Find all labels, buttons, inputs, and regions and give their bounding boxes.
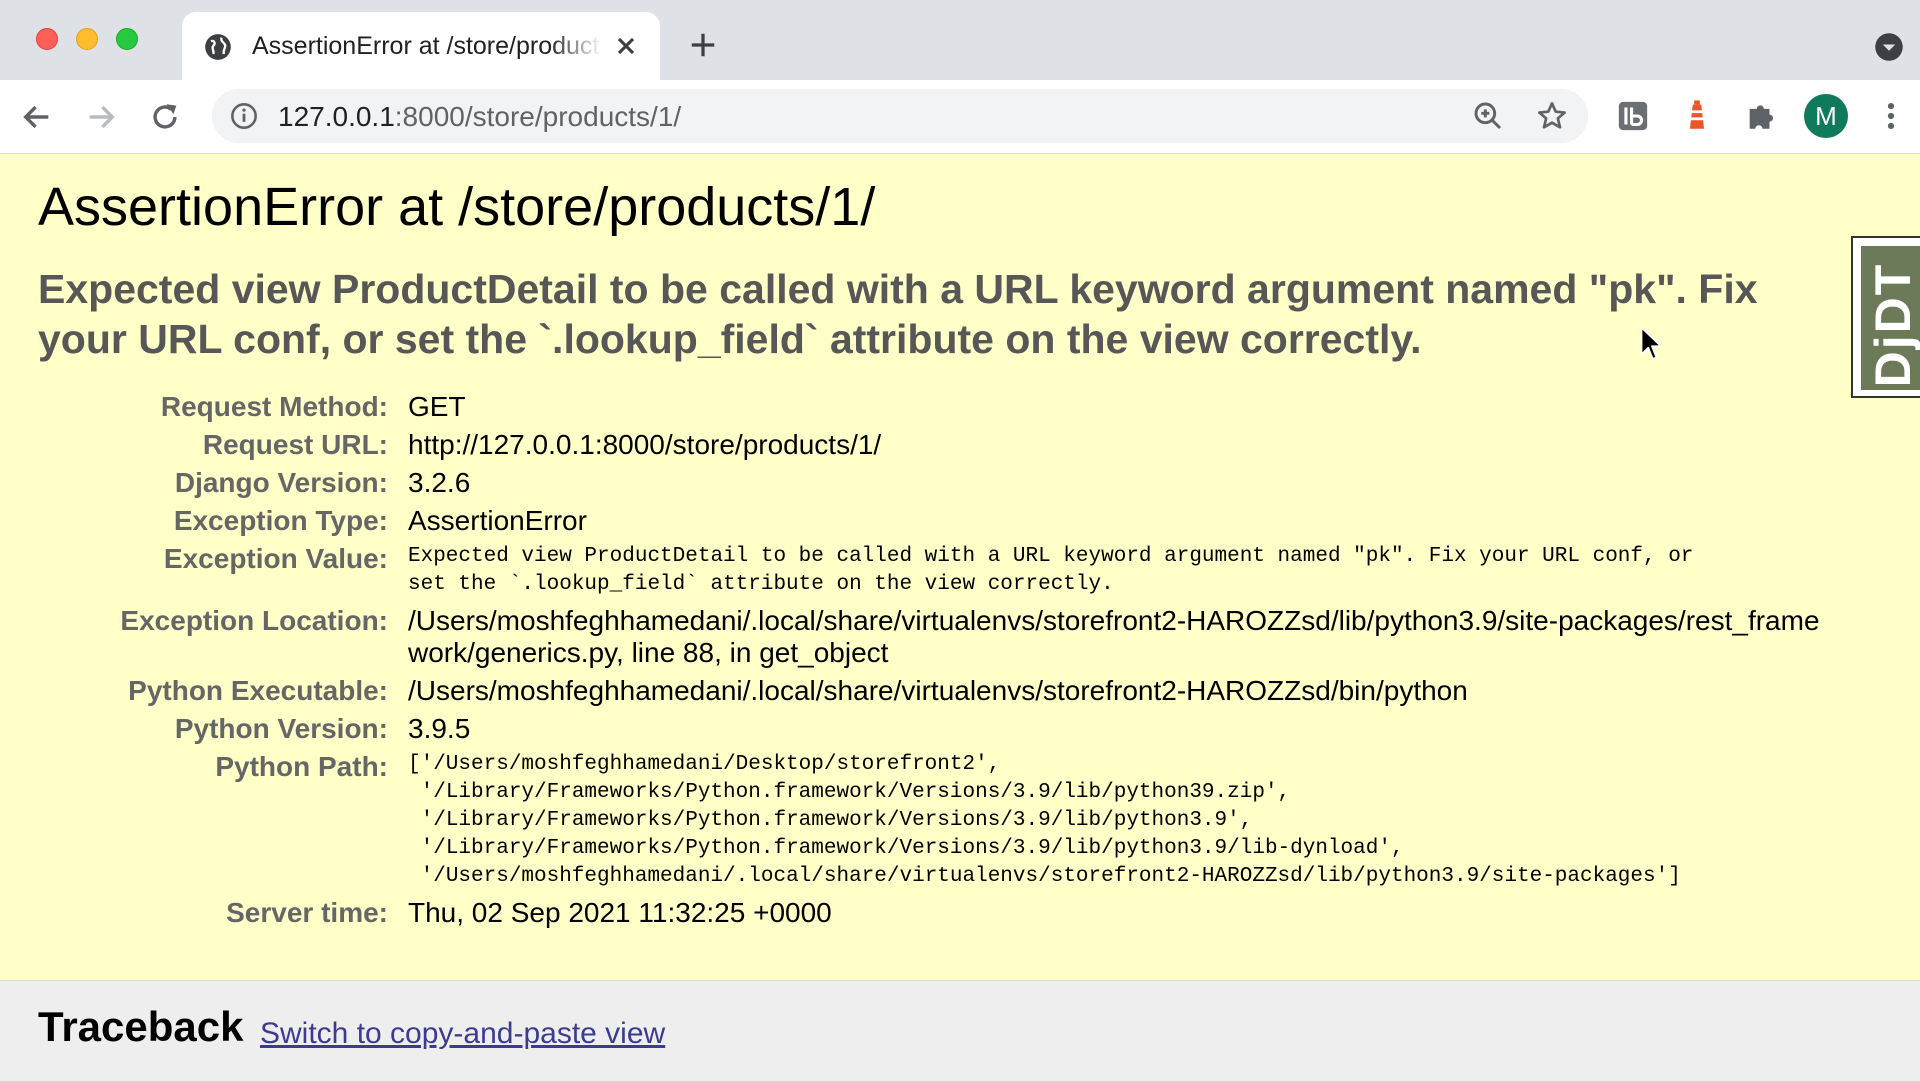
row-label: Server time: <box>226 897 388 928</box>
plus-icon[interactable] <box>688 30 718 60</box>
table-row: Server time: Thu, 02 Sep 2021 11:32:25 +… <box>38 894 1828 932</box>
row-label: Exception Value: <box>163 543 388 574</box>
puzzle-icon[interactable] <box>1744 99 1778 133</box>
table-row: Exception Type: AssertionError <box>38 502 1828 540</box>
browser-tab[interactable]: AssertionError at /store/products/1/ <box>182 12 660 80</box>
row-label: Python Path: <box>215 751 388 782</box>
row-label: Django Version: <box>174 467 388 498</box>
debug-toolbar-handle[interactable]: DjDT <box>1851 236 1920 398</box>
address-bar[interactable]: 127.0.0.1:8000/store/products/1/ <box>212 89 1588 143</box>
request-method-value: GET <box>408 391 466 422</box>
tab-search-icon[interactable] <box>1874 32 1904 62</box>
table-row: Request URL: http://127.0.0.1:8000/store… <box>38 426 1828 464</box>
exception-value-cell: Expected view ProductDetail to be called… <box>408 540 1828 602</box>
debug-toolbar-tab[interactable]: DjDT <box>1861 246 1920 390</box>
request-url-value: http://127.0.0.1:8000/store/products/1/ <box>408 429 882 460</box>
window-minimize-button[interactable] <box>76 28 98 50</box>
info-icon[interactable] <box>230 102 258 130</box>
avatar[interactable]: M <box>1804 94 1848 138</box>
request-summary-table: Request Method: GET Request URL: http://… <box>38 388 1828 932</box>
server-time-value: Thu, 02 Sep 2021 11:32:25 +0000 <box>408 897 832 928</box>
python-path-cell: ['/Users/moshfeghhamedani/Desktop/storef… <box>408 748 1828 894</box>
table-row: Exception Location: /Users/moshfeghhamed… <box>38 602 1828 672</box>
debug-toolbar-label: DjDT <box>1865 262 1920 388</box>
copy-paste-view-link[interactable]: Switch to copy-and-paste view <box>260 1017 665 1051</box>
globe-icon <box>205 34 231 60</box>
zoom-icon[interactable] <box>1472 100 1504 132</box>
exception-value: Expected view ProductDetail to be called… <box>408 545 1694 596</box>
python-path-value: ['/Users/moshfeghhamedani/Desktop/storef… <box>408 753 1681 888</box>
window-maximize-button[interactable] <box>116 28 138 50</box>
exception-message: Expected view ProductDetail to be called… <box>38 266 1758 362</box>
mouse-cursor-icon <box>1640 326 1662 360</box>
window-close-button[interactable] <box>36 28 58 50</box>
ib-extension-icon[interactable] <box>1616 99 1650 133</box>
url-path: :8000/store/products/1/ <box>394 101 682 132</box>
reload-icon[interactable] <box>148 100 182 134</box>
traceback-section: Traceback Switch to copy-and-paste view <box>0 980 1920 1081</box>
kebab-menu-icon[interactable] <box>1874 99 1908 133</box>
table-row: Request Method: GET <box>38 388 1828 426</box>
row-label: Python Version: <box>174 713 388 744</box>
back-arrow-icon[interactable] <box>20 100 54 134</box>
table-row: Python Executable: /Users/moshfeghhameda… <box>38 672 1828 710</box>
table-row: Python Path: ['/Users/moshfeghhamedani/D… <box>38 748 1828 894</box>
row-label: Exception Type: <box>173 505 388 536</box>
star-icon[interactable] <box>1536 100 1568 132</box>
python-version-value: 3.9.5 <box>408 713 471 744</box>
close-icon[interactable] <box>612 32 640 60</box>
error-page: AssertionError at /store/products/1/ Exp… <box>0 154 1920 1080</box>
browser-toolbar: 127.0.0.1:8000/store/products/1/ M <box>0 80 1920 154</box>
page-title: AssertionError at /store/products/1/ <box>38 177 876 237</box>
row-label: Request URL: <box>202 429 388 460</box>
lighthouse-extension-icon[interactable] <box>1680 99 1714 133</box>
row-label: Python Executable: <box>128 675 388 706</box>
exception-type-value: AssertionError <box>408 505 587 536</box>
row-label: Exception Location: <box>120 605 388 636</box>
table-row: Python Version: 3.9.5 <box>38 710 1828 748</box>
tab-title: AssertionError at /store/products/1/ <box>252 32 602 60</box>
url-text[interactable]: 127.0.0.1:8000/store/products/1/ <box>278 101 681 133</box>
django-version-value: 3.2.6 <box>408 467 471 498</box>
python-executable-value: /Users/moshfeghhamedani/.local/share/vir… <box>408 675 1468 706</box>
tab-strip: AssertionError at /store/products/1/ <box>0 0 1920 80</box>
url-host: 127.0.0.1 <box>278 101 395 132</box>
table-row: Django Version: 3.2.6 <box>38 464 1828 502</box>
traceback-heading: Traceback <box>38 1003 244 1050</box>
table-row: Exception Value: Expected view ProductDe… <box>38 540 1828 602</box>
forward-arrow-icon[interactable] <box>84 100 118 134</box>
row-label: Request Method: <box>160 391 388 422</box>
exception-location-value: /Users/moshfeghhamedani/.local/share/vir… <box>408 605 1820 668</box>
